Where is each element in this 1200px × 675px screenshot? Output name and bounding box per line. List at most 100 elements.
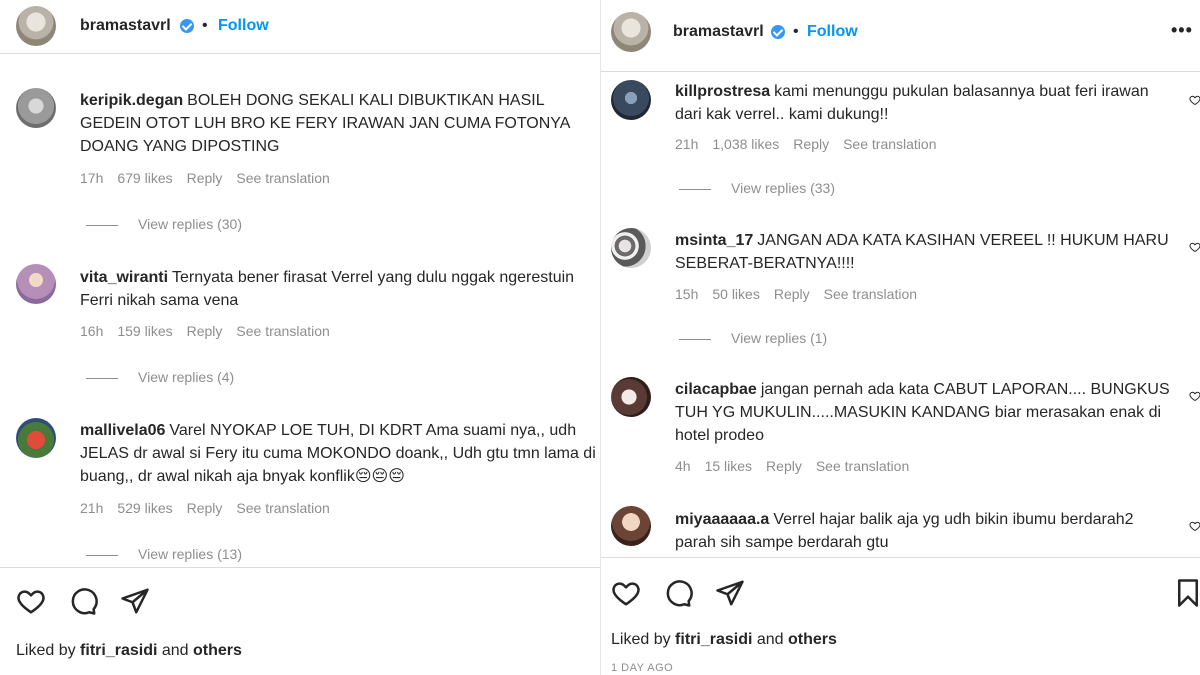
comment-likes[interactable]: 159 likes — [117, 323, 172, 339]
view-replies-button[interactable]: View replies (13) — [86, 546, 242, 562]
verified-badge-icon — [180, 19, 194, 33]
author-username[interactable]: bramastavrl — [80, 17, 171, 35]
replies-divider — [86, 224, 118, 226]
commenter-avatar[interactable] — [16, 88, 56, 128]
comment-body: vita_wiranti Ternyata bener firasat Verre… — [80, 266, 580, 312]
comment-like-heart-icon[interactable] — [1189, 390, 1200, 402]
follow-button[interactable]: Follow — [807, 23, 858, 41]
commenter-username[interactable]: keripik.degan — [80, 92, 183, 109]
reply-button[interactable]: Reply — [793, 136, 829, 152]
follow-button[interactable]: Follow — [218, 17, 269, 35]
comment-time: 21h — [80, 500, 104, 516]
comment-icon[interactable] — [663, 578, 693, 608]
comment-meta: 21h 529 likes Reply See translation — [80, 500, 344, 516]
commenter-avatar[interactable] — [611, 228, 651, 268]
comment-body: cilacapbae jangan pernah ada kata CABUT L… — [675, 378, 1175, 447]
liked-by-user[interactable]: fitri_rasidi — [80, 642, 157, 659]
view-replies-label: View replies (30) — [138, 216, 243, 232]
post-action-bar: Liked by fitri_rasidi and others — [0, 567, 600, 675]
comment-icon[interactable] — [68, 586, 98, 616]
liked-by-others[interactable]: others — [193, 642, 242, 659]
heart-icon[interactable] — [611, 578, 641, 608]
reply-button[interactable]: Reply — [187, 170, 223, 186]
post-timestamp: 1 DAY AGO — [611, 662, 674, 674]
reply-button[interactable]: Reply — [766, 458, 802, 474]
commenter-avatar[interactable] — [611, 80, 651, 120]
commenter-username[interactable]: msinta_17 — [675, 232, 753, 249]
post-action-bar: Liked by fitri_rasidi and others 1 DAY A… — [601, 557, 1200, 675]
comment-like-heart-icon[interactable] — [1189, 241, 1200, 253]
comment-like-heart-icon[interactable] — [1189, 520, 1200, 532]
comment-body: msinta_17 JANGAN ADA KATA KASIHAN VEREEL … — [675, 229, 1175, 275]
liked-by-prefix: Liked by — [16, 642, 76, 659]
comment-time: 4h — [675, 458, 691, 474]
view-replies-button[interactable]: View replies (4) — [86, 369, 234, 385]
comment-body: miyaaaaaa.a Verrel hajar balik aja yg udh… — [675, 508, 1175, 554]
comment-meta: 4h 15 likes Reply See translation — [675, 458, 923, 474]
view-replies-label: View replies (33) — [731, 180, 836, 196]
commenter-avatar[interactable] — [611, 506, 651, 546]
comment-body: mallivela06 Varel NYOKAP LOE TUH, DI KDRT… — [80, 419, 596, 488]
heart-icon[interactable] — [16, 586, 46, 616]
commenter-username[interactable]: cilacapbae — [675, 381, 757, 398]
commenter-avatar[interactable] — [16, 264, 56, 304]
liked-by-user[interactable]: fitri_rasidi — [675, 631, 752, 648]
commenter-avatar[interactable] — [611, 377, 651, 417]
see-translation-link[interactable]: See translation — [236, 500, 329, 516]
comment-meta: 17h 679 likes Reply See translation — [80, 170, 344, 186]
liked-by-and: and — [161, 642, 189, 659]
see-translation-link[interactable]: See translation — [816, 458, 909, 474]
commenter-username[interactable]: miyaaaaaa.a — [675, 511, 769, 528]
liked-by-prefix: Liked by — [611, 631, 671, 648]
verified-badge-icon — [771, 25, 785, 39]
replies-divider — [679, 188, 711, 190]
commenter-username[interactable]: mallivela06 — [80, 422, 165, 439]
more-options-icon[interactable]: ••• — [1171, 20, 1193, 41]
comment-likes[interactable]: 1,038 likes — [712, 136, 779, 152]
right-screenshot-panel: bramastavrl • Follow ••• killprostresa ka… — [600, 0, 1200, 675]
comment-time: 15h — [675, 286, 699, 302]
comment-time: 21h — [675, 136, 699, 152]
comment-meta: 15h 50 likes Reply See translation — [675, 286, 931, 302]
view-replies-button[interactable]: View replies (33) — [679, 180, 835, 196]
see-translation-link[interactable]: See translation — [843, 136, 936, 152]
liked-by-text: Liked by fitri_rasidi and others — [611, 631, 837, 649]
share-icon[interactable] — [120, 586, 150, 616]
author-avatar[interactable] — [611, 12, 651, 52]
reply-button[interactable]: Reply — [187, 323, 223, 339]
comment-likes[interactable]: 15 likes — [705, 458, 752, 474]
left-screenshot-panel: bramastavrl • Follow keripik.degan BOLEH … — [0, 0, 600, 675]
comment-like-heart-icon[interactable] — [1189, 94, 1200, 106]
see-translation-link[interactable]: See translation — [236, 323, 329, 339]
post-header: bramastavrl • Follow — [0, 0, 600, 54]
author-avatar[interactable] — [16, 6, 56, 46]
comment-likes[interactable]: 679 likes — [117, 170, 172, 186]
comment-likes[interactable]: 529 likes — [117, 500, 172, 516]
commenter-username[interactable]: vita_wiranti — [80, 269, 168, 286]
liked-by-and: and — [756, 631, 784, 648]
view-replies-button[interactable]: View replies (1) — [679, 330, 827, 346]
see-translation-link[interactable]: See translation — [236, 170, 329, 186]
view-replies-label: View replies (1) — [731, 330, 828, 346]
liked-by-others[interactable]: others — [788, 631, 837, 648]
commenter-avatar[interactable] — [16, 418, 56, 458]
comment-body: killprostresa kami menunggu pukulan balas… — [675, 80, 1175, 126]
header-separator: • — [793, 23, 799, 40]
commenter-username[interactable]: killprostresa — [675, 83, 770, 100]
see-translation-link[interactable]: See translation — [824, 286, 917, 302]
comment-meta: 16h 159 likes Reply See translation — [80, 323, 344, 339]
comment-likes[interactable]: 50 likes — [712, 286, 759, 302]
post-header: bramastavrl • Follow ••• — [601, 10, 1200, 72]
author-username[interactable]: bramastavrl — [673, 23, 764, 41]
header-separator: • — [202, 17, 208, 34]
share-icon[interactable] — [715, 578, 745, 608]
view-replies-label: View replies (13) — [138, 546, 243, 562]
reply-button[interactable]: Reply — [187, 500, 223, 516]
view-replies-button[interactable]: View replies (30) — [86, 216, 242, 232]
bookmark-icon[interactable] — [1173, 578, 1200, 608]
comment-body: keripik.degan BOLEH DONG SEKALI KALI DIBU… — [80, 89, 580, 158]
replies-divider — [86, 554, 118, 556]
view-replies-label: View replies (4) — [138, 369, 235, 385]
liked-by-text: Liked by fitri_rasidi and others — [16, 642, 242, 660]
reply-button[interactable]: Reply — [774, 286, 810, 302]
